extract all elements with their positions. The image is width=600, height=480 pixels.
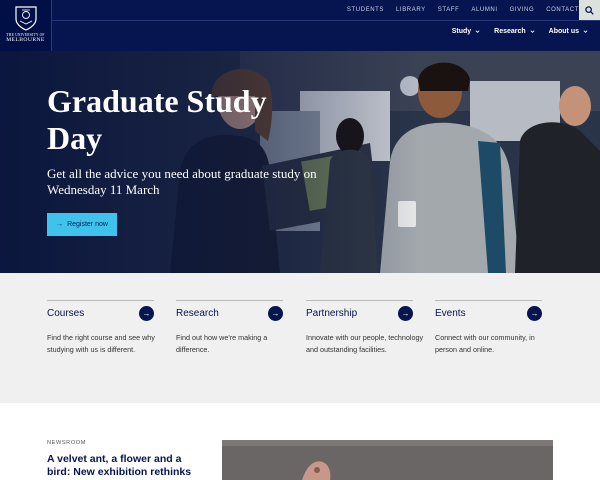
quick-links-section: Courses → Find the right course and see … [0, 273, 600, 403]
utility-link-library[interactable]: LIBRARY [396, 7, 426, 13]
utility-link-contact[interactable]: CONTACT [546, 7, 579, 13]
news-image[interactable] [222, 440, 553, 480]
utility-link-staff[interactable]: STAFF [438, 7, 460, 13]
hero-banner: Graduate Study Day Get all the advice yo… [0, 51, 600, 273]
university-crest-icon [14, 6, 37, 31]
chevron-down-icon [475, 30, 480, 33]
chevron-down-icon [583, 30, 588, 33]
quick-link-courses[interactable]: Courses → Find the right course and see … [47, 300, 155, 355]
search-button[interactable] [579, 0, 600, 20]
register-now-button[interactable]: → Register now [47, 213, 117, 236]
register-now-label: Register now [67, 221, 108, 228]
hero-title: Graduate Study Day [47, 83, 267, 156]
arrow-right-icon[interactable]: → [527, 306, 542, 321]
quick-link-events[interactable]: Events → Connect with our community, in … [435, 300, 542, 355]
news-headline-link[interactable]: A velvet ant, a flower and a bird: New e… [47, 453, 207, 480]
university-logo[interactable]: THE UNIVERSITY OF MELBOURNE [0, 0, 52, 51]
arrow-right-icon[interactable]: → [139, 306, 154, 321]
nav-item-research[interactable]: Research [494, 28, 535, 35]
quick-link-divider [435, 300, 542, 301]
quick-link-title: Partnership [306, 308, 358, 319]
quick-link-description: Connect with our community, in person an… [435, 333, 535, 354]
arrow-right-icon[interactable]: → [268, 306, 283, 321]
quick-link-divider [47, 300, 154, 301]
newsroom-label: NEWSROOM [47, 440, 86, 446]
nav-item-label: About us [548, 28, 579, 35]
logo-line-2: MELBOURNE [6, 37, 45, 43]
utility-link-alumni[interactable]: ALUMNI [471, 7, 497, 13]
main-nav: Study Research About us [438, 28, 588, 35]
quick-link-divider [306, 300, 413, 301]
quick-link-title: Courses [47, 308, 85, 319]
utility-link-students[interactable]: STUDENTS [347, 7, 384, 13]
quick-link-partnership[interactable]: Partnership → Innovate with our people, … [306, 300, 423, 355]
header-divider [52, 20, 600, 21]
quick-link-description: Find the right course and see why studyi… [47, 333, 155, 354]
quick-link-title: Research [176, 308, 219, 319]
arrow-right-icon[interactable]: → [398, 306, 413, 321]
hero-subtitle: Get all the advice you need about gradua… [47, 166, 317, 197]
quick-link-research[interactable]: Research → Find out how we're making a d… [176, 300, 283, 355]
utility-nav: STUDENTS LIBRARY STAFF ALUMNI GIVING CON… [335, 0, 579, 20]
arrow-right-icon: → [56, 221, 64, 228]
chevron-down-icon [530, 30, 535, 33]
site-header: THE UNIVERSITY OF MELBOURNE STUDENTS LIB… [0, 0, 600, 51]
nav-item-about-us[interactable]: About us [549, 28, 588, 35]
search-icon [585, 5, 594, 15]
quick-link-divider [176, 300, 283, 301]
page: THE UNIVERSITY OF MELBOURNE STUDENTS LIB… [0, 0, 600, 480]
nav-item-label: Research [494, 28, 526, 35]
news-photo [222, 440, 553, 480]
utility-link-giving[interactable]: GIVING [510, 7, 535, 13]
quick-link-title: Events [435, 308, 466, 319]
nav-item-study[interactable]: Study [452, 28, 480, 35]
nav-item-label: Study [451, 28, 472, 35]
quick-link-description: Find out how we're making a difference. [176, 333, 268, 354]
quick-link-description: Innovate with our people, technology and… [306, 333, 424, 354]
